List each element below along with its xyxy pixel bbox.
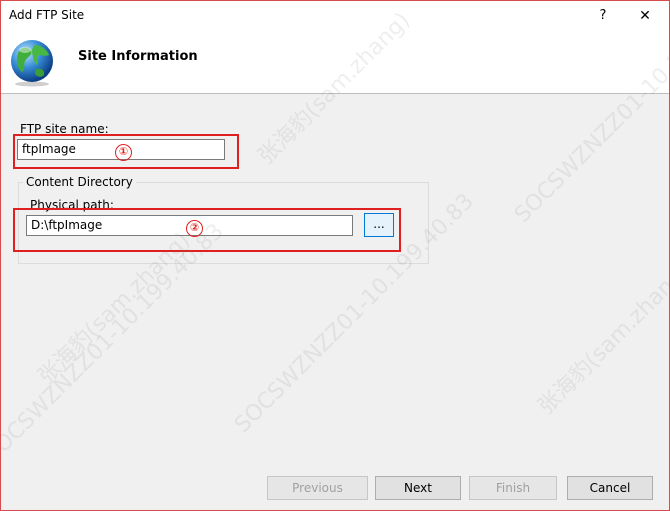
cancel-button[interactable]: Cancel xyxy=(567,476,653,500)
wizard-footer: Previous Next Finish Cancel xyxy=(1,464,669,510)
content-directory-label: Content Directory xyxy=(23,175,136,189)
wizard-content: FTP site name: ftpImage Content Director… xyxy=(1,94,669,464)
finish-button[interactable]: Finish xyxy=(469,476,557,500)
help-button[interactable]: ? xyxy=(585,1,621,31)
page-title: Site Information xyxy=(78,49,198,64)
add-ftp-site-dialog: Add FTP Site ? ✕ Site Information FTP si… xyxy=(0,0,670,511)
globe-icon xyxy=(11,40,53,87)
wizard-header: Site Information xyxy=(1,31,669,94)
previous-button[interactable]: Previous xyxy=(267,476,368,500)
window-title: Add FTP Site xyxy=(9,8,85,22)
annotation-box-2 xyxy=(13,208,401,252)
annotation-marker-2: ② xyxy=(186,220,203,237)
annotation-marker-1: ① xyxy=(115,144,132,161)
next-button[interactable]: Next xyxy=(375,476,461,500)
title-bar: Add FTP Site ? ✕ xyxy=(1,1,669,31)
close-button[interactable]: ✕ xyxy=(627,1,663,31)
